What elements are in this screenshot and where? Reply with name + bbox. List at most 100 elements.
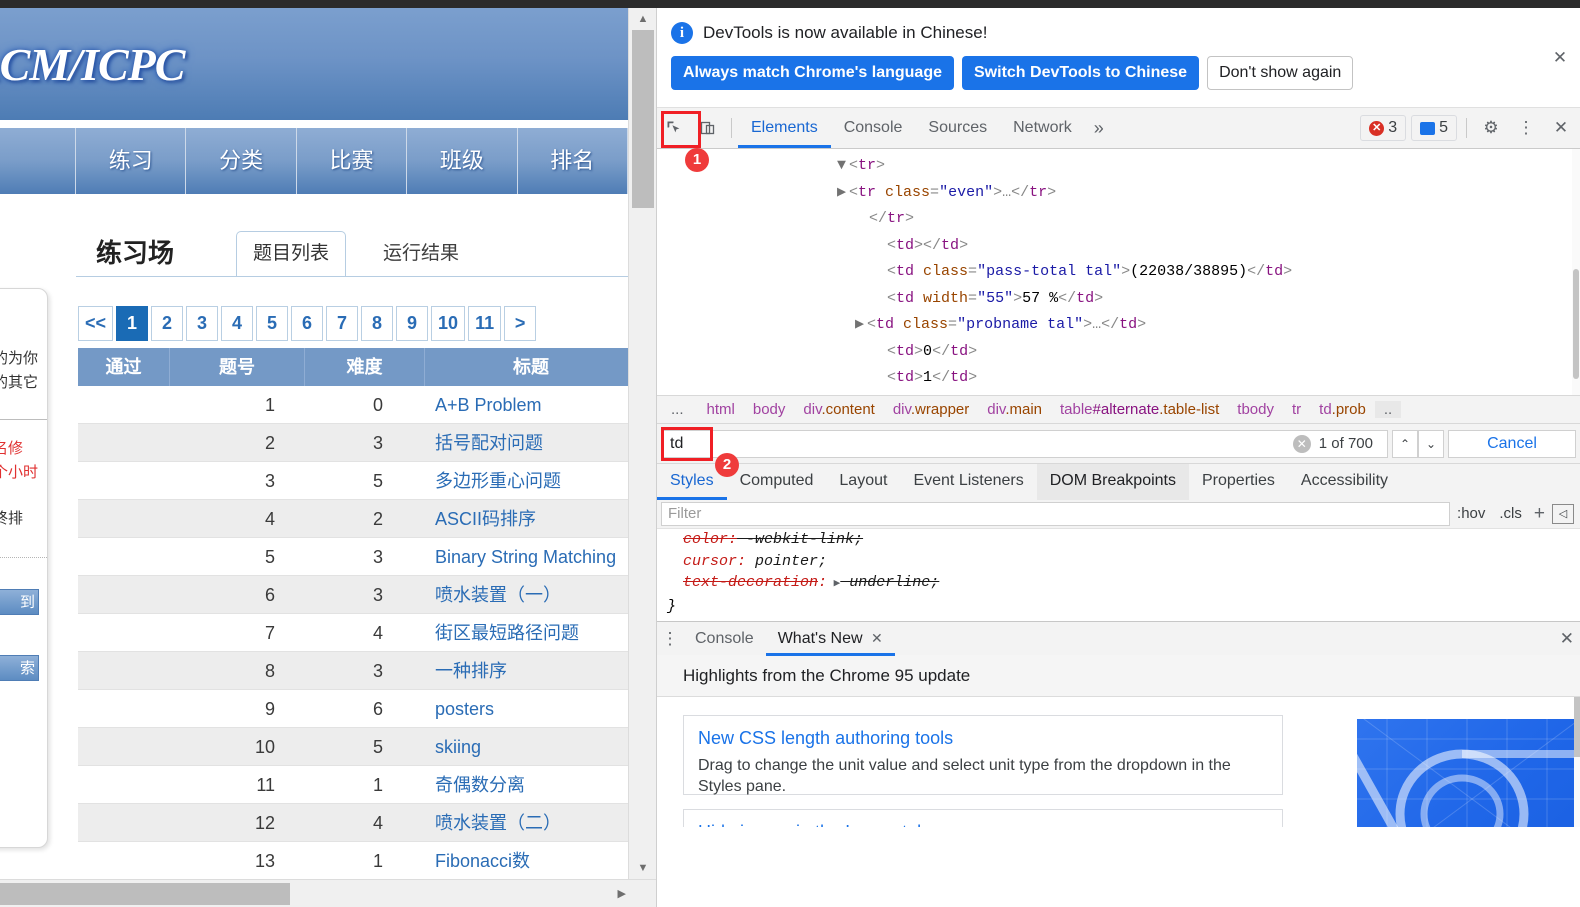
whats-new-card-2[interactable]: Hide issues in the Issues tab [683,809,1283,827]
page-button-6[interactable]: 6 [291,306,324,341]
page-hscroll-thumb[interactable] [0,883,290,905]
panel-tab-properties[interactable]: Properties [1189,464,1288,500]
cell-title[interactable]: skiing [425,728,638,766]
nav-item-class[interactable]: 班级 [407,128,518,194]
dom-tree-line[interactable]: <td>1</td> [657,365,1580,392]
page-button-9[interactable]: 9 [396,306,429,341]
css-value[interactable]: -webkit-link; [737,531,863,548]
drawer-tab-whats-new[interactable]: What's New ✕ [765,622,895,656]
css-value[interactable]: underline; [840,574,939,591]
dom-tree-line[interactable]: <td>0</td> [657,339,1580,366]
table-row[interactable]: 6 3 喷水装置（一） [78,576,638,614]
whats-new-card-1-title[interactable]: New CSS length authoring tools [698,728,1268,749]
cell-title[interactable]: 括号配对问题 [425,424,638,462]
cell-title[interactable]: 一种排序 [425,652,638,690]
table-row[interactable]: 3 5 多边形重心问题 [78,462,638,500]
table-row[interactable]: 2 3 括号配对问题 [78,424,638,462]
nav-item-ranking[interactable]: 排名 [517,128,628,194]
expand-arrow-icon[interactable]: ▶ [855,312,867,339]
table-row[interactable]: 9 6 posters [78,690,638,728]
nav-item-contest[interactable]: 比赛 [296,128,408,194]
table-row[interactable]: 4 2 ASCII码排序 [78,500,638,538]
breadcrumb-item-table-alternate-table-list[interactable]: table#alternate.table-list [1051,401,1228,418]
page-button-11[interactable]: 11 [468,306,502,341]
whats-new-card-1[interactable]: New CSS length authoring tools Drag to c… [683,715,1283,795]
nav-item-category[interactable]: 分类 [186,128,297,194]
cell-title[interactable]: ASCII码排序 [425,500,638,538]
tab-network[interactable]: Network [1000,108,1085,148]
toggle-sidebar-icon[interactable]: ◁ [1552,503,1574,524]
panel-tab-accessibility[interactable]: Accessibility [1288,464,1401,500]
table-row[interactable]: 5 3 Binary String Matching [78,538,638,576]
page-button-7[interactable]: 7 [326,306,359,341]
css-declaration[interactable]: } [667,596,1580,618]
gear-icon[interactable]: ⚙ [1476,118,1506,138]
page-button-3[interactable]: 3 [186,306,219,341]
drawer-close-icon[interactable]: ✕ [1560,629,1574,649]
scroll-up-icon[interactable]: ▲ [629,8,656,30]
dom-tree-line[interactable]: <td></td> [657,233,1580,260]
whats-new-scrollbar[interactable] [1574,697,1580,827]
page-button-10[interactable]: 10 [431,306,466,341]
inspect-element-icon[interactable] [657,112,691,144]
breadcrumb-item-td-prob[interactable]: td.prob [1310,401,1375,418]
search-prev-icon[interactable]: ⌃ [1392,429,1418,458]
page-horizontal-scrollbar[interactable]: ▶ [0,879,656,907]
breadcrumb-item----[interactable]: ... [657,401,698,418]
hov-toggle[interactable]: :hov [1450,505,1492,522]
css-property[interactable]: color [683,531,728,548]
breadcrumb-item-div-content[interactable]: div.content [794,401,883,418]
tab-console[interactable]: Console [831,108,916,148]
dont-show-again-button[interactable]: Don't show again [1207,56,1354,90]
nav-item-practice[interactable]: 练习 [76,128,187,194]
cell-title[interactable]: 多边形重心问题 [425,462,638,500]
sidebar-button-2[interactable]: 索 [0,655,39,681]
notice-close-icon[interactable]: ✕ [1548,46,1572,70]
breadcrumb-item-div-main[interactable]: div.main [978,401,1051,418]
page-button-x[interactable]: > [504,306,537,341]
message-count-badge[interactable]: 5 [1411,115,1457,141]
page-button-8[interactable]: 8 [361,306,394,341]
dom-tree-line[interactable]: </tr> [657,206,1580,233]
table-row[interactable]: 13 1 Fibonacci数 [78,842,638,880]
cell-title[interactable]: posters [425,690,638,728]
css-declaration[interactable]: text-decoration: ▶ underline; [667,572,1580,596]
css-declaration[interactable]: color: -webkit-link; [667,529,1580,551]
devtools-close-icon[interactable]: ✕ [1546,118,1576,138]
more-options-icon[interactable]: ⋮ [1511,118,1541,138]
styles-filter-input[interactable]: Filter [661,501,1451,526]
breadcrumb-item-div-wrapper[interactable]: div.wrapper [884,401,978,418]
css-value[interactable]: pointer; [746,553,827,570]
dom-tree-line[interactable]: ▶ <td class="probname tal">…</td> [657,312,1580,339]
dom-tree-line[interactable]: <td width="55">57 %</td> [657,286,1580,313]
tab-elements[interactable]: Elements [738,108,831,148]
cell-title[interactable]: Binary String Matching [425,538,638,576]
breadcrumb-item-tr[interactable]: tr [1283,401,1310,418]
panel-tab-computed[interactable]: Computed [727,464,827,500]
clear-icon[interactable]: ✕ [1292,434,1311,453]
cell-title[interactable]: 奇偶数分离 [425,766,638,804]
css-declaration[interactable]: cursor: pointer; [667,551,1580,573]
page-vscroll-thumb[interactable] [632,30,654,208]
new-style-rule-icon[interactable]: + [1529,503,1550,525]
expand-arrow-icon[interactable]: ▼ [837,153,849,180]
breadcrumb-item-body[interactable]: body [744,401,795,418]
breadcrumb-item-tbody[interactable]: tbody [1228,401,1283,418]
search-cancel-button[interactable]: Cancel [1448,429,1576,458]
table-row[interactable]: 7 4 街区最短路径问题 [78,614,638,652]
scroll-down-icon[interactable]: ▼ [629,857,656,879]
breadcrumb-item-html[interactable]: html [698,401,744,418]
panel-tab-layout[interactable]: Layout [826,464,900,500]
search-input[interactable]: td ✕ 1 of 700 [661,429,1388,458]
expand-arrow-icon[interactable]: ▶ [837,180,849,207]
device-toolbar-icon[interactable] [691,112,725,144]
dom-tree-line[interactable]: ▶ <tr class="even">…</tr> [657,180,1580,207]
css-property[interactable]: cursor [683,553,737,570]
dom-tree-line[interactable]: <td></td> [657,392,1580,396]
table-row[interactable]: 8 3 一种排序 [78,652,638,690]
drawer-tab-close-icon[interactable]: ✕ [871,630,883,646]
drawer-tab-console[interactable]: Console [683,622,766,656]
page-button-4[interactable]: 4 [221,306,254,341]
nav-item-home[interactable] [0,128,77,194]
tab-problem-list[interactable]: 题目列表 [236,231,347,277]
